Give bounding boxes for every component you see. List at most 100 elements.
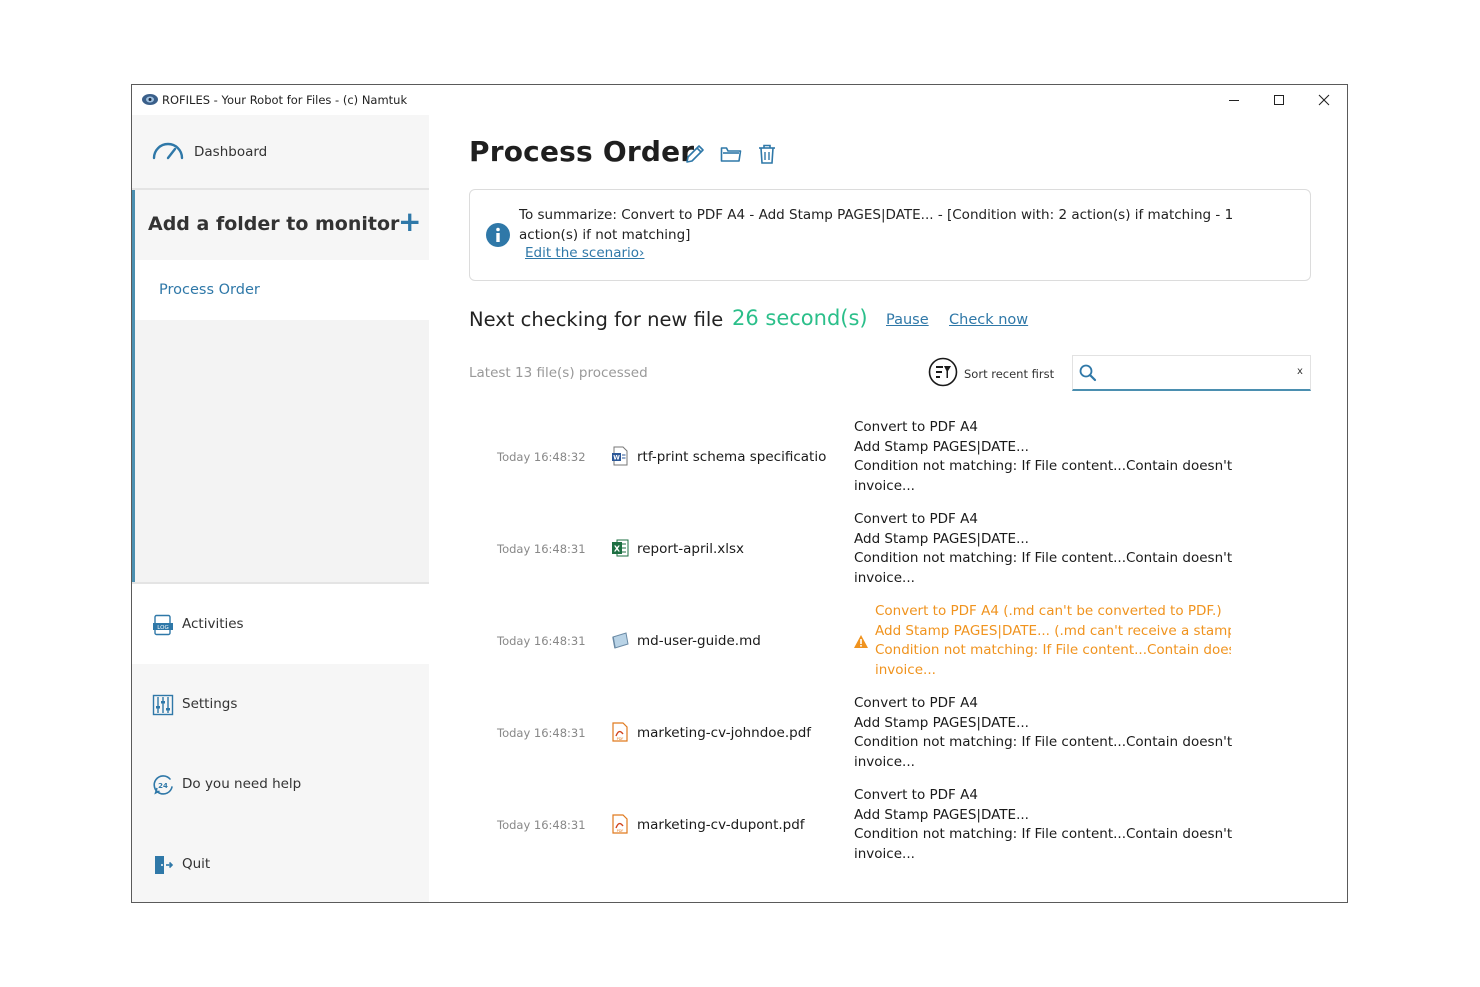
file-time: Today 16:48:31 (497, 818, 586, 832)
app-logo-icon (142, 94, 158, 105)
title-bar[interactable]: ROFILES - Your Robot for Files - (c) Nam… (132, 85, 1347, 115)
summary-text: To summarize: Convert to PDF A4 - Add St… (519, 207, 1234, 243)
sidebar-item-label: Dashboard (194, 144, 268, 160)
sort-button[interactable] (928, 357, 958, 387)
title-actions (683, 142, 779, 166)
minimize-button[interactable] (1211, 85, 1257, 115)
file-row[interactable]: Today 16:48:31 PDF marketing-cv-johndoe.pd… (469, 688, 1299, 780)
countdown-value: 26 second(s) (732, 306, 868, 330)
action-line: invoice... (875, 661, 936, 678)
action-line: invoice... (854, 477, 915, 494)
check-now-link[interactable]: Check now (949, 312, 1028, 328)
pdf-icon: PDF (611, 814, 629, 834)
file-row[interactable]: Today 16:48:31 Xreport-april.xlsx Convert … (469, 504, 1299, 596)
folder-item-label: Process Order (159, 282, 260, 298)
file-row[interactable]: Today 16:48:31 md-user-guide.md Convert to… (469, 596, 1299, 688)
action-line: invoice... (854, 845, 915, 862)
delete-icon (759, 144, 775, 164)
svg-text:24: 24 (158, 782, 168, 790)
sidebar-item-activities[interactable]: LOG Activities (132, 584, 429, 664)
search-box: x (1072, 355, 1311, 391)
page-title: Process Order (469, 135, 695, 168)
exit-icon (155, 856, 174, 874)
sort-icon (928, 357, 958, 387)
word-doc-icon: W (611, 446, 629, 466)
svg-text:PDF: PDF (617, 737, 624, 741)
action-line: Add Stamp PAGES|DATE... (854, 438, 1029, 455)
action-line: Convert to PDF A4 (854, 419, 978, 435)
sidebar: Dashboard Add a folder to monitor + Proc… (132, 115, 429, 902)
file-time: Today 16:48:31 (497, 634, 586, 648)
svg-text:PDF: PDF (617, 829, 624, 833)
maximize-button[interactable] (1256, 85, 1302, 115)
help-24-icon: 24 (153, 775, 173, 795)
action-line: Condition not matching: If File content.… (854, 458, 1232, 475)
search-input[interactable] (1103, 360, 1288, 386)
sidebar-item-quit[interactable]: Quit (132, 824, 429, 902)
file-actions: Convert to PDF A4 Add Stamp PAGES|DATE...… (854, 694, 1232, 772)
minimize-icon (1228, 99, 1239, 101)
sidebar-item-settings[interactable]: Settings (132, 664, 429, 744)
clear-search-button[interactable]: x (1297, 366, 1303, 377)
markdown-icon (611, 630, 629, 650)
file-name[interactable]: rtf-print schema specificatio (637, 449, 827, 465)
action-line: Condition not matching: If File content.… (854, 826, 1232, 843)
close-icon (1318, 94, 1330, 106)
file-row[interactable]: Today 16:48:31 PDF marketing-cv-dupont.pdf… (469, 780, 1299, 872)
action-line: Add Stamp PAGES|DATE... (854, 714, 1029, 731)
file-actions: Convert to PDF A4 Add Stamp PAGES|DATE...… (854, 786, 1232, 864)
warning-icon (853, 634, 869, 653)
folder-item-process-order[interactable]: Process Order (135, 260, 429, 320)
action-line: invoice... (854, 569, 915, 586)
pause-link[interactable]: Pause (886, 312, 929, 328)
delete-button[interactable] (755, 142, 779, 166)
action-line: Condition not matching: If File content.… (854, 734, 1232, 751)
action-line: Add Stamp PAGES|DATE... (854, 530, 1029, 547)
main-panel: Process Order To summarize: Convert to P… (429, 115, 1347, 902)
log-icon: LOG (153, 614, 173, 636)
edit-icon (686, 145, 704, 163)
sidebar-item-label: Settings (182, 696, 238, 712)
open-folder-icon (720, 147, 742, 162)
settings-icon (152, 694, 174, 716)
file-actions: Convert to PDF A4 Add Stamp PAGES|DATE...… (854, 510, 1232, 588)
file-actions: Convert to PDF A4 Add Stamp PAGES|DATE...… (854, 418, 1232, 496)
action-line: Condition not matching: If File content.… (875, 642, 1231, 659)
sort-label[interactable]: Sort recent first (964, 367, 1054, 381)
action-line: Convert to PDF A4 (854, 695, 978, 711)
file-name[interactable]: report-april.xlsx (637, 541, 827, 557)
search-icon (1079, 364, 1097, 382)
window-title: ROFILES - Your Robot for Files - (c) Nam… (162, 93, 408, 107)
file-name[interactable]: md-user-guide.md (637, 633, 827, 649)
info-icon (486, 223, 510, 247)
file-actions: Convert to PDF A4 (.md can't be converte… (875, 602, 1231, 680)
open-folder-button[interactable] (719, 142, 743, 166)
file-row[interactable]: Today 16:48:32 Wrtf-print schema specific… (469, 412, 1299, 504)
file-time: Today 16:48:32 (497, 450, 586, 464)
edit-button[interactable] (683, 142, 707, 166)
action-line: invoice... (854, 753, 915, 770)
close-button[interactable] (1301, 85, 1347, 115)
sidebar-item-label: Activities (182, 616, 244, 632)
file-time: Today 16:48:31 (497, 726, 586, 740)
sidebar-item-help[interactable]: 24 Do you need help (132, 744, 429, 824)
add-folder-plus-icon[interactable]: + (398, 208, 421, 236)
svg-text:W: W (613, 455, 620, 462)
action-line: Condition not matching: If File content.… (854, 550, 1232, 567)
app-window: ROFILES - Your Robot for Files - (c) Nam… (131, 84, 1348, 903)
file-name[interactable]: marketing-cv-dupont.pdf (637, 817, 827, 833)
add-folder-label: Add a folder to monitor (148, 213, 400, 235)
processed-count-label: Latest 13 file(s) processed (469, 365, 648, 381)
action-line: Convert to PDF A4 (.md can't be converte… (875, 603, 1222, 619)
file-name[interactable]: marketing-cv-johndoe.pdf (637, 725, 827, 741)
excel-icon: X (611, 538, 629, 558)
sidebar-item-dashboard[interactable]: Dashboard (132, 115, 429, 188)
sidebar-item-label: Do you need help (182, 776, 302, 792)
action-line: Convert to PDF A4 (854, 787, 978, 803)
pdf-icon: PDF (611, 722, 629, 742)
svg-text:LOG: LOG (157, 625, 168, 631)
gauge-icon (152, 142, 184, 160)
edit-scenario-link[interactable]: Edit the scenario› (525, 245, 644, 261)
processed-files-list: Today 16:48:32 Wrtf-print schema specific… (469, 412, 1311, 884)
add-folder-header[interactable]: Add a folder to monitor + (135, 190, 429, 260)
